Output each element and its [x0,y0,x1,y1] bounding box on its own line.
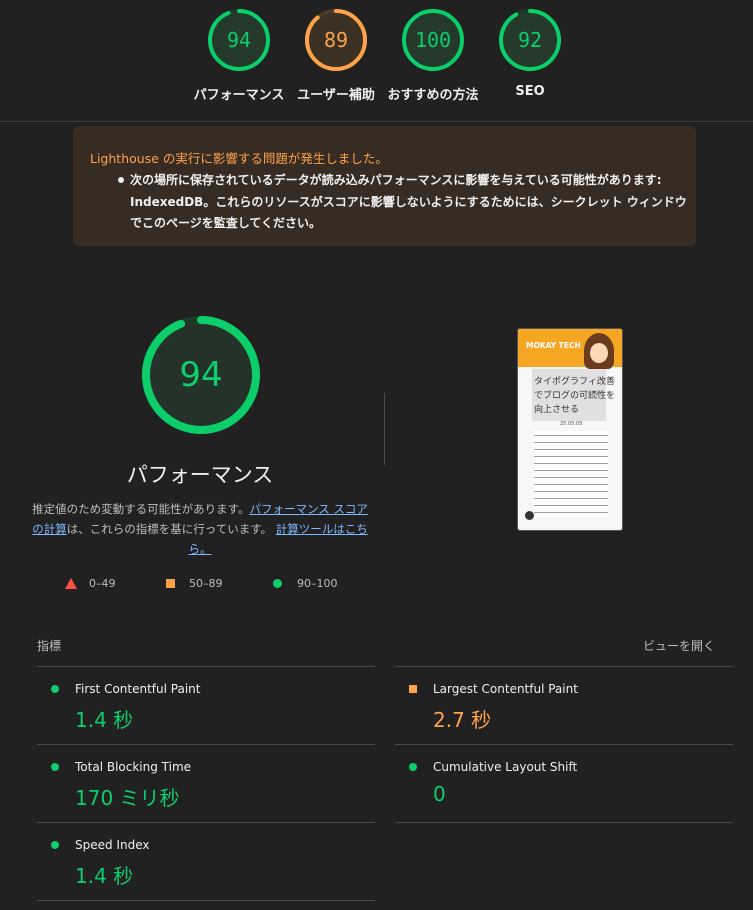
warning-line: 次の場所に保存されているデータが読み込みパフォーマンスに影響を与えている可能性が… [130,173,662,187]
status-good-icon [51,685,59,693]
gauge-score: 89 [324,28,348,52]
warning-box: Lighthouse の実行に影響する問題が発生しました。 次の場所に保存されて… [73,126,696,246]
gauge-ring: 100 [402,9,464,71]
vertical-divider [384,393,385,465]
gauge-ring: 89 [305,9,367,71]
gauge-best-practices[interactable]: 100 [401,8,465,76]
thumb-menu-icon [525,511,534,520]
thumb-article-title: タイポグラフィ改善 でブログの可読性を 向上させる [534,375,615,417]
metric-si-label: Speed Index [75,838,150,852]
desc-text: 推定値のため変動する可能性があります。 [32,502,250,516]
performance-gauge-large: 94 [140,314,262,440]
gauge-label: ユーザー補助 [297,88,375,103]
metric-divider [395,744,733,745]
metric-tbt-value: 170 ミリ秒 [75,786,180,810]
triangle-icon [65,578,77,589]
thumb-date: 25.05.05 [560,421,583,427]
status-good-icon [51,763,59,771]
metric-divider [37,666,375,667]
warning-title: Lighthouse の実行に影響する問題が発生しました。 [90,151,388,166]
thumb-site-name: MOKAY TECH [526,341,581,350]
thumb-title-line: タイポグラフィ改善 [534,377,615,387]
metric-tbt-label: Total Blocking Time [75,760,192,774]
gauge-accessibility[interactable]: 89 [304,8,368,76]
metric-divider [37,822,375,823]
gauge-score: 94 [227,28,251,52]
page-screenshot-thumbnail[interactable]: MOKAY TECH タイポグラフィ改善 でブログの可読性を 向上させる 25.… [517,328,623,531]
metric-fcp-label: First Contentful Paint [75,682,201,696]
legend-range: 0–49 [89,577,116,590]
desc-text: は、これらの指標を基に行っています。 [66,522,273,536]
metrics-title: 指標 [37,639,62,653]
status-average-icon [409,685,417,693]
metric-cls-label: Cumulative Layout Shift [433,760,578,774]
performance-score: 94 [179,355,222,395]
thumb-title-line: 向上させる [534,405,580,415]
metric-divider [37,900,375,901]
thumb-title-line: でブログの可読性を [534,391,616,401]
metric-divider [37,744,375,745]
metric-cls-value: 0 [433,782,446,806]
gauge-ring: 94 [142,316,260,434]
performance-description: 推定値のため変動する可能性があります。パフォーマンス スコアの計算は、これらの指… [30,499,370,559]
metric-divider [395,822,733,823]
square-icon [166,579,175,588]
legend-range: 90–100 [297,577,338,590]
avatar-face [590,343,608,363]
status-good-icon [409,763,417,771]
metric-lcp-label: Largest Contentful Paint [433,682,578,696]
legend-range: 50–89 [189,577,223,590]
bullet-icon [118,177,124,183]
performance-title: パフォーマンス [126,463,274,487]
header-divider [0,121,753,122]
status-good-icon [51,841,59,849]
gauge-label: パフォーマンス [193,88,285,103]
warning-line: でこのページを監査してください。 [130,216,322,230]
expand-view-button[interactable]: ビューを開く [643,637,715,654]
thumb-body-text [534,431,608,517]
gauge-ring: 94 [208,9,270,71]
metric-divider [395,666,733,667]
gauge-label: おすすめの方法 [387,88,479,103]
metric-lcp-value: 2.7 秒 [433,708,492,732]
gauge-ring: 92 [499,9,561,71]
gauge-performance[interactable]: 94 [207,8,271,76]
warning-line: IndexedDB。これらのリソースがスコアに影響しないようにするためには、シー… [130,195,687,209]
gauge-seo[interactable]: 92 [498,8,562,76]
circle-icon [273,579,282,588]
gauge-score: 92 [518,28,542,52]
metric-fcp-value: 1.4 秒 [75,708,134,732]
gauge-label: SEO [515,84,545,99]
gauge-score: 100 [415,28,451,52]
metric-si-value: 1.4 秒 [75,864,134,888]
